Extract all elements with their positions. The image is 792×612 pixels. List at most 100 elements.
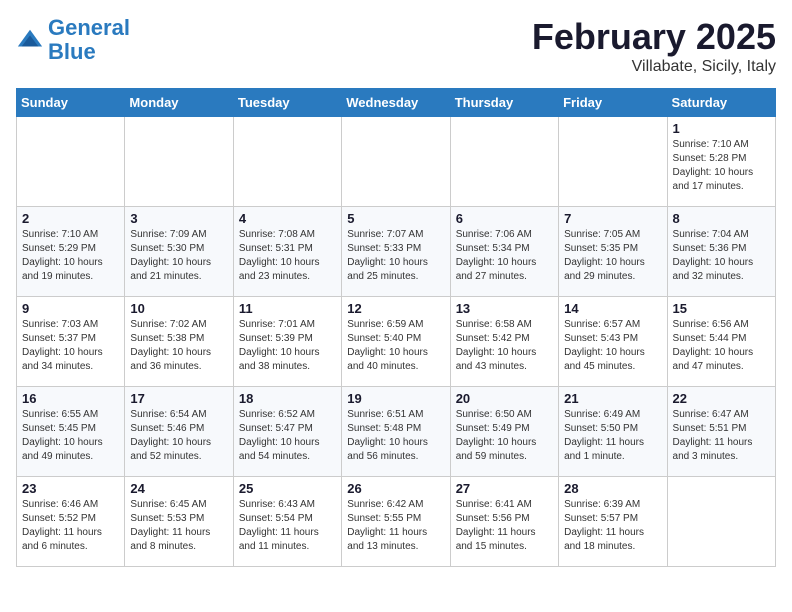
day-info: Sunrise: 6:52 AM Sunset: 5:47 PM Dayligh… xyxy=(239,408,336,464)
week-row-2: 9Sunrise: 7:03 AM Sunset: 5:37 PM Daylig… xyxy=(17,297,776,387)
day-info: Sunrise: 7:03 AM Sunset: 5:37 PM Dayligh… xyxy=(22,318,119,374)
day-number: 4 xyxy=(239,211,336,226)
calendar-cell: 6Sunrise: 7:06 AM Sunset: 5:34 PM Daylig… xyxy=(450,207,558,297)
day-number: 11 xyxy=(239,301,336,316)
day-number: 16 xyxy=(22,391,119,406)
logo-text: General Blue xyxy=(48,16,130,64)
title-block: February 2025 Villabate, Sicily, Italy xyxy=(532,16,776,76)
day-info: Sunrise: 6:51 AM Sunset: 5:48 PM Dayligh… xyxy=(347,408,444,464)
day-number: 2 xyxy=(22,211,119,226)
day-info: Sunrise: 7:01 AM Sunset: 5:39 PM Dayligh… xyxy=(239,318,336,374)
header-cell-monday: Monday xyxy=(125,89,233,117)
calendar-cell: 20 Sunrise: 6:50 AM Sunset: 5:49 PM Dayli… xyxy=(450,387,558,477)
day-number: 26 xyxy=(347,481,444,496)
calendar-cell: 21 Sunrise: 6:49 AM Sunset: 5:50 PM Dayli… xyxy=(559,387,667,477)
day-number: 20 xyxy=(456,391,553,406)
day-number: 25 xyxy=(239,481,336,496)
day-info: Sunrise: 6:57 AM Sunset: 5:43 PM Dayligh… xyxy=(564,318,661,374)
calendar-cell: 18Sunrise: 6:52 AM Sunset: 5:47 PM Dayli… xyxy=(233,387,341,477)
day-info: Sunrise: 6:58 AM Sunset: 5:42 PM Dayligh… xyxy=(456,318,553,374)
day-number: 21 xyxy=(564,391,661,406)
day-info: Sunrise: 6:45 AM Sunset: 5:53 PM Dayligh… xyxy=(130,498,227,554)
calendar-cell: 16 Sunrise: 6:55 AM Sunset: 5:45 PM Dayli… xyxy=(17,387,125,477)
calendar-cell: 17 Sunrise: 6:54 AM Sunset: 5:46 PM Dayli… xyxy=(125,387,233,477)
day-info: Sunrise: 6:41 AM Sunset: 5:56 PM Dayligh… xyxy=(456,498,553,554)
calendar-cell: 10 Sunrise: 7:02 AM Sunset: 5:38 PM Dayli… xyxy=(125,297,233,387)
week-row-4: 23 Sunrise: 6:46 AM Sunset: 5:52 PM Dayli… xyxy=(17,477,776,567)
day-number: 28 xyxy=(564,481,661,496)
calendar-cell: 24 Sunrise: 6:45 AM Sunset: 5:53 PM Dayli… xyxy=(125,477,233,567)
logo-icon xyxy=(16,26,44,54)
day-number: 5 xyxy=(347,211,444,226)
calendar-cell: 25 Sunrise: 6:43 AM Sunset: 5:54 PM Dayli… xyxy=(233,477,341,567)
day-info: Sunrise: 7:05 AM Sunset: 5:35 PM Dayligh… xyxy=(564,228,661,284)
week-row-0: 1Sunrise: 7:10 AM Sunset: 5:28 PM Daylig… xyxy=(17,117,776,207)
calendar-cell: 4Sunrise: 7:08 AM Sunset: 5:31 PM Daylig… xyxy=(233,207,341,297)
day-number: 17 xyxy=(130,391,227,406)
day-number: 15 xyxy=(673,301,770,316)
calendar-cell: 13 Sunrise: 6:58 AM Sunset: 5:42 PM Dayli… xyxy=(450,297,558,387)
day-number: 23 xyxy=(22,481,119,496)
day-info: Sunrise: 6:42 AM Sunset: 5:55 PM Dayligh… xyxy=(347,498,444,554)
day-info: Sunrise: 7:04 AM Sunset: 5:36 PM Dayligh… xyxy=(673,228,770,284)
calendar-cell: 3 Sunrise: 7:09 AM Sunset: 5:30 PM Daylig… xyxy=(125,207,233,297)
header-cell-saturday: Saturday xyxy=(667,89,775,117)
calendar-title: February 2025 xyxy=(532,16,776,58)
header-cell-thursday: Thursday xyxy=(450,89,558,117)
calendar-cell xyxy=(667,477,775,567)
calendar-cell: 8 Sunrise: 7:04 AM Sunset: 5:36 PM Daylig… xyxy=(667,207,775,297)
logo-line2: Blue xyxy=(48,39,96,64)
calendar-cell: 11 Sunrise: 7:01 AM Sunset: 5:39 PM Dayli… xyxy=(233,297,341,387)
day-info: Sunrise: 7:10 AM Sunset: 5:28 PM Dayligh… xyxy=(673,138,770,194)
calendar-cell: 23 Sunrise: 6:46 AM Sunset: 5:52 PM Dayli… xyxy=(17,477,125,567)
day-number: 7 xyxy=(564,211,661,226)
day-info: Sunrise: 6:39 AM Sunset: 5:57 PM Dayligh… xyxy=(564,498,661,554)
calendar-header: SundayMondayTuesdayWednesdayThursdayFrid… xyxy=(17,89,776,117)
calendar-cell xyxy=(125,117,233,207)
header-cell-tuesday: Tuesday xyxy=(233,89,341,117)
calendar-cell: 2 Sunrise: 7:10 AM Sunset: 5:29 PM Daylig… xyxy=(17,207,125,297)
calendar-table: SundayMondayTuesdayWednesdayThursdayFrid… xyxy=(16,88,776,567)
day-number: 12 xyxy=(347,301,444,316)
calendar-cell: 14 Sunrise: 6:57 AM Sunset: 5:43 PM Dayli… xyxy=(559,297,667,387)
day-number: 14 xyxy=(564,301,661,316)
calendar-cell: 7 Sunrise: 7:05 AM Sunset: 5:35 PM Daylig… xyxy=(559,207,667,297)
logo-line1: General xyxy=(48,15,130,40)
day-number: 10 xyxy=(130,301,227,316)
day-number: 24 xyxy=(130,481,227,496)
calendar-cell xyxy=(450,117,558,207)
day-number: 13 xyxy=(456,301,553,316)
calendar-cell: 27 Sunrise: 6:41 AM Sunset: 5:56 PM Dayli… xyxy=(450,477,558,567)
day-number: 3 xyxy=(130,211,227,226)
day-info: Sunrise: 7:09 AM Sunset: 5:30 PM Dayligh… xyxy=(130,228,227,284)
calendar-cell: 1Sunrise: 7:10 AM Sunset: 5:28 PM Daylig… xyxy=(667,117,775,207)
day-info: Sunrise: 6:55 AM Sunset: 5:45 PM Dayligh… xyxy=(22,408,119,464)
day-number: 27 xyxy=(456,481,553,496)
day-info: Sunrise: 6:46 AM Sunset: 5:52 PM Dayligh… xyxy=(22,498,119,554)
day-info: Sunrise: 6:47 AM Sunset: 5:51 PM Dayligh… xyxy=(673,408,770,464)
day-number: 8 xyxy=(673,211,770,226)
page-header: General Blue February 2025 Villabate, Si… xyxy=(16,16,776,76)
calendar-cell: 15 Sunrise: 6:56 AM Sunset: 5:44 PM Dayli… xyxy=(667,297,775,387)
week-row-3: 16 Sunrise: 6:55 AM Sunset: 5:45 PM Dayli… xyxy=(17,387,776,477)
calendar-body: 1Sunrise: 7:10 AM Sunset: 5:28 PM Daylig… xyxy=(17,117,776,567)
day-info: Sunrise: 6:49 AM Sunset: 5:50 PM Dayligh… xyxy=(564,408,661,464)
day-info: Sunrise: 6:54 AM Sunset: 5:46 PM Dayligh… xyxy=(130,408,227,464)
calendar-cell xyxy=(559,117,667,207)
calendar-subtitle: Villabate, Sicily, Italy xyxy=(532,58,776,76)
week-row-1: 2 Sunrise: 7:10 AM Sunset: 5:29 PM Daylig… xyxy=(17,207,776,297)
calendar-cell: 12Sunrise: 6:59 AM Sunset: 5:40 PM Dayli… xyxy=(342,297,450,387)
day-info: Sunrise: 6:43 AM Sunset: 5:54 PM Dayligh… xyxy=(239,498,336,554)
day-info: Sunrise: 6:50 AM Sunset: 5:49 PM Dayligh… xyxy=(456,408,553,464)
day-info: Sunrise: 6:56 AM Sunset: 5:44 PM Dayligh… xyxy=(673,318,770,374)
calendar-cell xyxy=(233,117,341,207)
day-info: Sunrise: 7:02 AM Sunset: 5:38 PM Dayligh… xyxy=(130,318,227,374)
logo: General Blue xyxy=(16,16,130,64)
header-cell-friday: Friday xyxy=(559,89,667,117)
day-info: Sunrise: 7:06 AM Sunset: 5:34 PM Dayligh… xyxy=(456,228,553,284)
calendar-cell: 5Sunrise: 7:07 AM Sunset: 5:33 PM Daylig… xyxy=(342,207,450,297)
header-cell-sunday: Sunday xyxy=(17,89,125,117)
day-info: Sunrise: 7:10 AM Sunset: 5:29 PM Dayligh… xyxy=(22,228,119,284)
header-row: SundayMondayTuesdayWednesdayThursdayFrid… xyxy=(17,89,776,117)
calendar-cell xyxy=(342,117,450,207)
